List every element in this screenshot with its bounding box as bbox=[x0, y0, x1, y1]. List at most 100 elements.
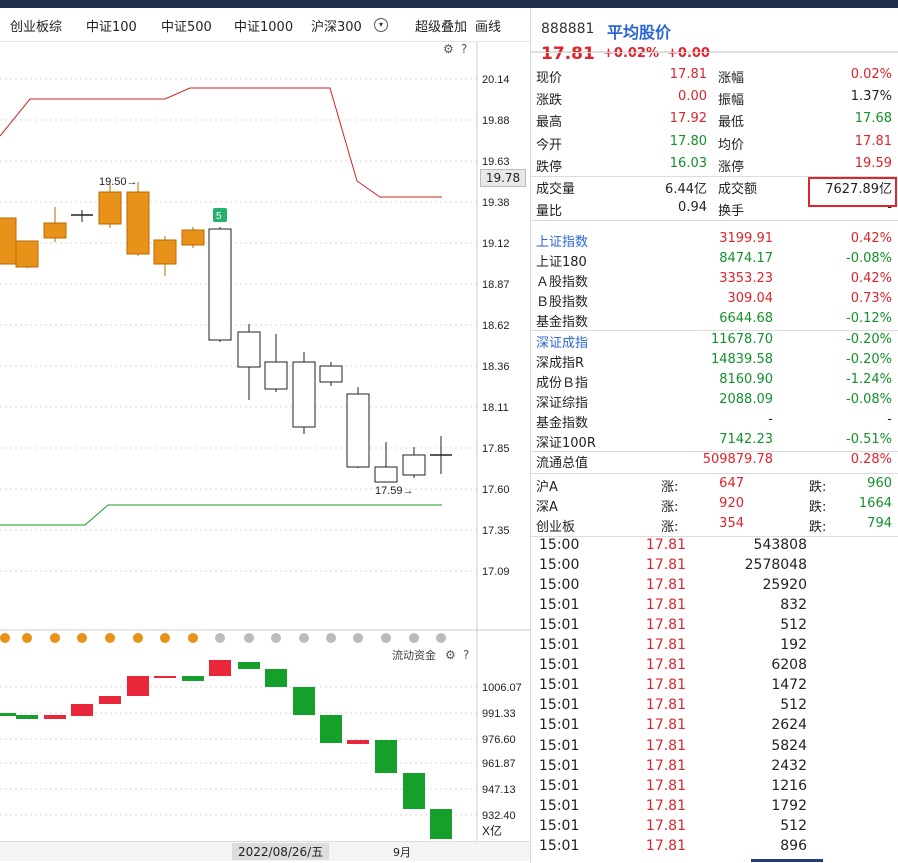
index-pct: -0.12% bbox=[846, 311, 892, 327]
draw-line-button[interactable]: 画线 bbox=[475, 16, 501, 35]
tick-price: 17.81 bbox=[645, 777, 686, 794]
quote-value: 17.68 bbox=[854, 111, 892, 127]
status-dot bbox=[299, 633, 309, 643]
index-name[interactable]: 深证综指 bbox=[536, 392, 588, 411]
price-axis-label: 17.85 bbox=[482, 443, 510, 455]
highlight-box bbox=[808, 177, 897, 207]
index-name[interactable]: 流通总值 bbox=[536, 452, 588, 471]
tick-price: 17.81 bbox=[645, 737, 686, 754]
tick-volume: 512 bbox=[780, 617, 807, 634]
quote-label: 换手 bbox=[718, 204, 745, 220]
selected-date: 2022/08/26/五 bbox=[232, 843, 330, 860]
tick-time: 15:01 bbox=[539, 617, 580, 634]
quote-panel: 888881 平均股价 17.81 +0.02% +0.00 现价 17.81 涨幅… bbox=[530, 8, 898, 863]
index-name[interactable]: Ａ股指数 bbox=[536, 271, 588, 290]
index-name[interactable]: 深成指R bbox=[536, 352, 584, 371]
quote-label: 最低 bbox=[718, 115, 745, 131]
status-dot bbox=[326, 633, 336, 643]
flow-bar bbox=[375, 740, 397, 773]
candle-body bbox=[264, 361, 288, 390]
tick-price: 17.81 bbox=[645, 657, 686, 674]
quote-label: 成交量 bbox=[536, 182, 576, 197]
flow-bar bbox=[182, 676, 204, 681]
flow-axis-label: 932.40 bbox=[482, 810, 516, 822]
tick-time: 15:01 bbox=[539, 777, 580, 794]
quote-label: 现价 bbox=[536, 71, 563, 86]
flow-bar bbox=[71, 704, 93, 716]
kline-chart-area[interactable]: 20.14 19.88 19.63 19.38 19.12 18.87 18.62 18.36… bbox=[0, 42, 530, 863]
candle-body bbox=[319, 365, 343, 383]
tick-time: 15:00 bbox=[539, 557, 580, 574]
quote-label: 涨幅 bbox=[718, 71, 745, 86]
price-axis-label: 19.63 bbox=[482, 156, 510, 168]
candle-body bbox=[153, 239, 177, 265]
index-value: 3199.91 bbox=[719, 231, 773, 246]
tab-csi1000[interactable]: 中证1000 bbox=[234, 16, 293, 35]
lower-band-line bbox=[0, 504, 442, 526]
tab-csi500[interactable]: 中证500 bbox=[161, 16, 212, 35]
tab-csi300[interactable]: 沪深300 bbox=[311, 16, 362, 35]
index-pct: 0.73% bbox=[850, 291, 892, 307]
quote-value: 16.03 bbox=[669, 155, 707, 171]
flow-settings-icon[interactable]: ⚙ bbox=[445, 648, 456, 662]
index-value: 14839.58 bbox=[710, 351, 773, 367]
status-dot bbox=[436, 633, 446, 643]
tab-csi100[interactable]: 中证100 bbox=[86, 16, 137, 35]
tick-time: 15:00 bbox=[539, 577, 580, 594]
index-value: 8160.90 bbox=[719, 371, 773, 387]
breadth-market: 创业板 bbox=[536, 520, 576, 536]
candle-body bbox=[402, 454, 426, 476]
tick-volume: 512 bbox=[780, 697, 807, 714]
index-name[interactable]: Ｂ股指数 bbox=[536, 291, 588, 310]
candle-body bbox=[237, 331, 261, 368]
tick-volume: 192 bbox=[780, 637, 807, 654]
tick-price: 17.81 bbox=[645, 597, 686, 614]
quote-value: 6.44亿 bbox=[665, 182, 707, 197]
quote-value: 1.37% bbox=[850, 89, 892, 105]
status-dot bbox=[353, 633, 363, 643]
index-pct: 0.28% bbox=[850, 452, 892, 468]
tick-time: 15:01 bbox=[539, 817, 580, 834]
tick-price: 17.81 bbox=[645, 797, 686, 814]
settings-icon[interactable]: ⚙ bbox=[443, 42, 454, 56]
help-icon[interactable]: ? bbox=[461, 42, 467, 56]
tick-volume: 1472 bbox=[771, 677, 807, 694]
quote-label: 量比 bbox=[536, 204, 563, 220]
index-value: 8474.17 bbox=[719, 251, 773, 267]
tick-price: 17.81 bbox=[645, 577, 686, 594]
index-pct: -0.51% bbox=[846, 432, 892, 447]
tick-time: 15:01 bbox=[539, 657, 580, 674]
tick-volume: 2624 bbox=[771, 717, 807, 734]
tick-time: 15:01 bbox=[539, 717, 580, 734]
breadth-down-count: 960 bbox=[867, 476, 892, 491]
index-name[interactable]: 上证180 bbox=[536, 251, 587, 270]
tab-chuangye-zong[interactable]: 创业板综 bbox=[10, 16, 62, 35]
flow-help-icon[interactable]: ? bbox=[463, 648, 469, 662]
tick-volume: 1216 bbox=[771, 777, 807, 794]
tick-time: 15:01 bbox=[539, 597, 580, 614]
index-name[interactable]: 上证指数 bbox=[536, 231, 588, 250]
price-axis-label: 19.88 bbox=[482, 115, 510, 127]
tick-time: 15:01 bbox=[539, 737, 580, 754]
status-dot bbox=[381, 633, 391, 643]
candle-body bbox=[208, 228, 232, 341]
index-name[interactable]: 成份Ｂ指 bbox=[536, 372, 588, 391]
flow-bar bbox=[320, 715, 342, 743]
super-overlay-button[interactable]: 超级叠加 bbox=[415, 16, 467, 35]
breadth-down-count: 794 bbox=[867, 516, 892, 532]
tick-volume: 896 bbox=[780, 837, 807, 854]
tick-volume: 543808 bbox=[753, 537, 807, 553]
flow-chart-title: 流动资金 bbox=[392, 649, 436, 662]
price-axis-label: 18.62 bbox=[482, 320, 510, 332]
index-value: 509879.78 bbox=[702, 452, 773, 468]
index-name[interactable]: 深证100R bbox=[536, 432, 596, 451]
index-name[interactable]: 基金指数 bbox=[536, 311, 588, 330]
candle-body bbox=[346, 393, 370, 468]
date-axis: 2022/08/26/五 9月 bbox=[0, 841, 530, 861]
quote-value: 19.59 bbox=[854, 155, 892, 171]
candle-body bbox=[98, 191, 122, 225]
stock-name[interactable]: 平均股价 bbox=[607, 19, 671, 43]
index-name[interactable]: 基金指数 bbox=[536, 412, 588, 431]
index-name[interactable]: 深证成指 bbox=[536, 332, 588, 351]
dropdown-icon[interactable]: ▾ bbox=[374, 18, 388, 32]
